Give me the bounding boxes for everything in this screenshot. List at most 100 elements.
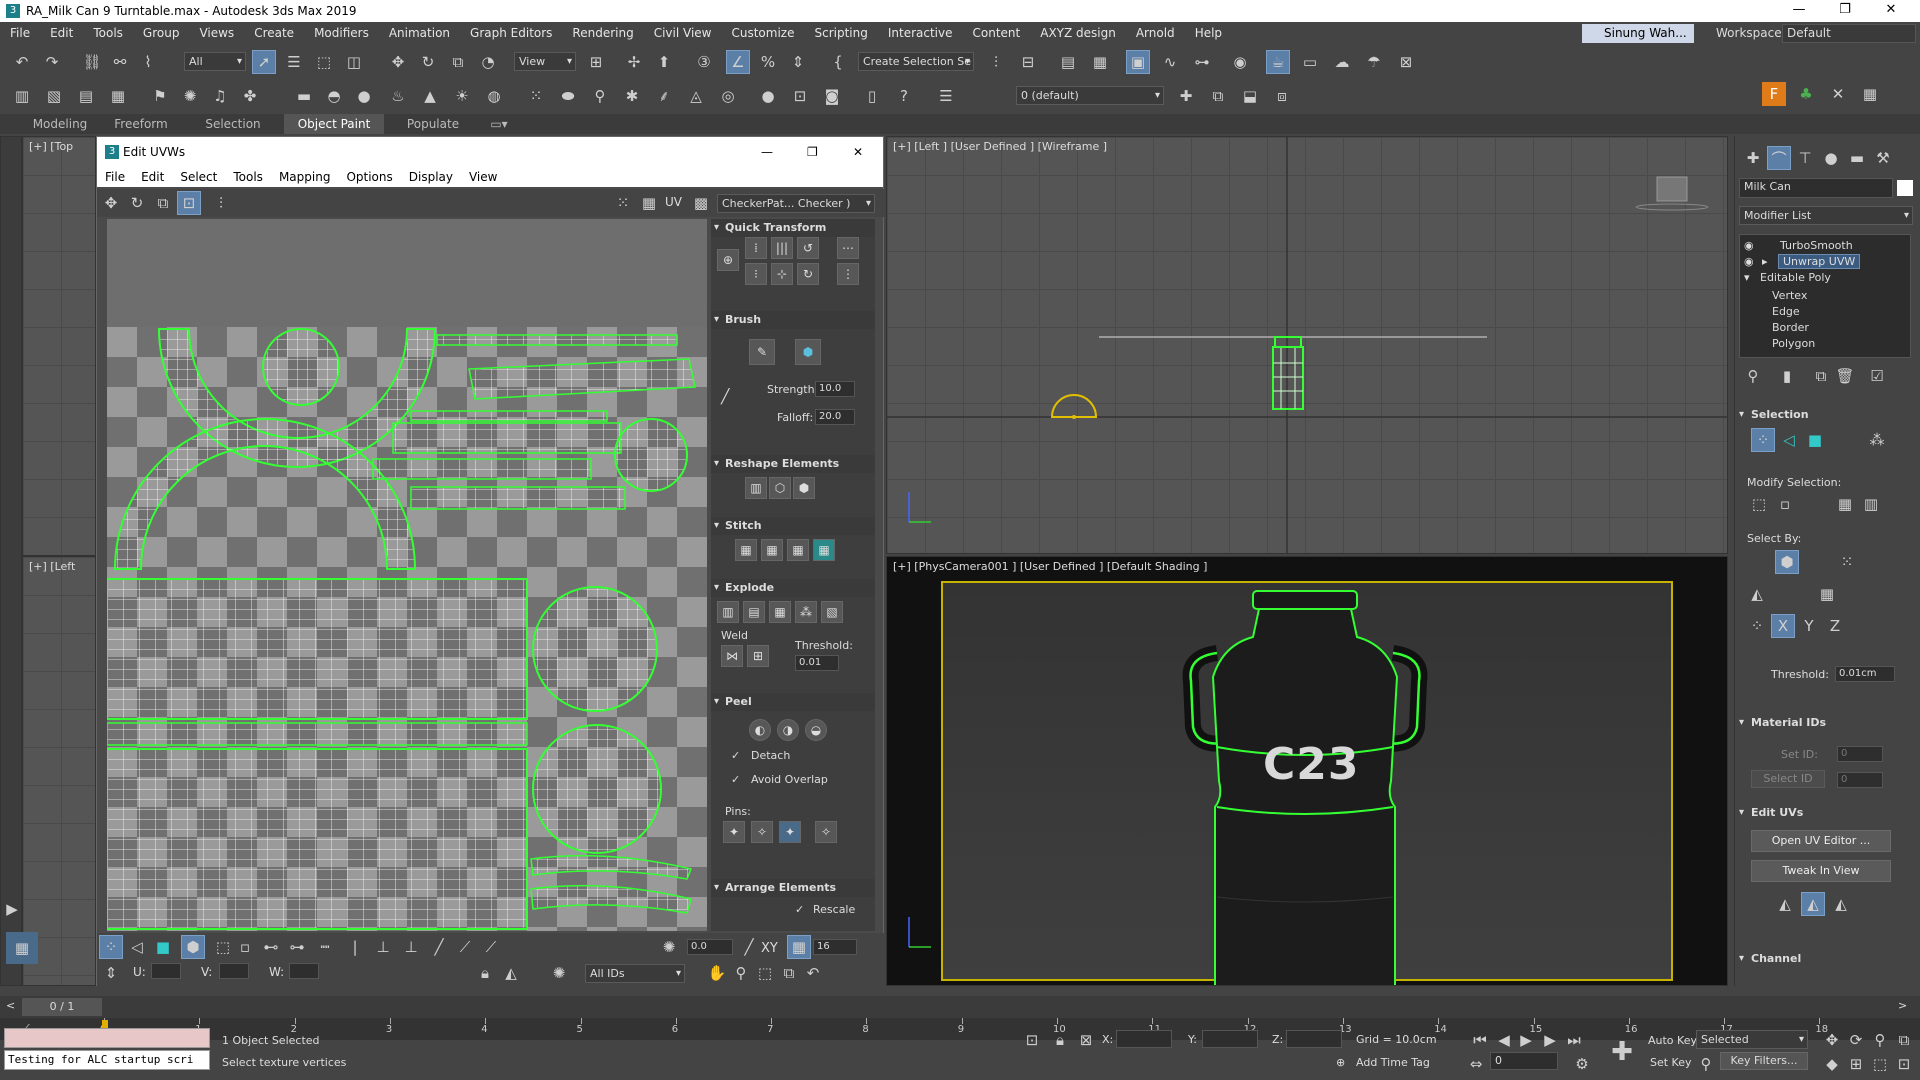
texture-icon[interactable]: ⊡	[788, 84, 812, 108]
utilities-tab-icon[interactable]: ⚒	[1871, 146, 1895, 170]
scale-icon[interactable]: ⧉	[446, 50, 470, 74]
new-layer-icon[interactable]: ✚	[1174, 84, 1198, 108]
viewport-left-small[interactable]: [+] [Left	[22, 556, 96, 986]
freeform-select-icon[interactable]: ⟋	[479, 935, 503, 959]
schematic-view-icon[interactable]: ⊶	[1190, 50, 1214, 74]
scene-states-icon[interactable]: ▥	[10, 84, 34, 108]
vertex-mode-icon[interactable]: ⁘	[99, 935, 123, 959]
shrink-selection-icon[interactable]: ▫	[1773, 492, 1797, 516]
ribbon-tab-selection[interactable]: Selection	[192, 114, 274, 134]
uvw-close-button[interactable]: ✕	[853, 137, 863, 167]
minimize-button[interactable]: —	[1776, 0, 1822, 22]
filter-selected-icon[interactable]: ◭	[499, 961, 523, 985]
brush-header[interactable]: Brush	[711, 311, 875, 329]
pill-icon[interactable]: ⬬	[556, 84, 580, 108]
space-vertical-icon[interactable]: ⋮	[837, 263, 859, 285]
relax-icon[interactable]: ⬡	[769, 477, 791, 499]
snap-count-spinner[interactable]: 16	[813, 939, 857, 955]
break-icon[interactable]: ▥	[717, 601, 739, 623]
layers-icon[interactable]: ☰	[934, 84, 958, 108]
eye-icon[interactable]: ◉	[1744, 239, 1754, 252]
material-ids-header[interactable]: Material IDs	[1739, 714, 1917, 732]
menu-customize[interactable]: Customize	[721, 22, 804, 44]
edit-uvws-titlebar[interactable]: 3 Edit UVWs — ❐ ✕	[97, 137, 883, 167]
menu-file[interactable]: File	[0, 22, 40, 44]
render-setup-icon[interactable]: ☕	[1266, 50, 1290, 74]
uv-freeform-icon[interactable]: ⊡	[177, 191, 201, 215]
select-object-icon[interactable]: ➚	[252, 50, 276, 74]
bind-spacewarp-icon[interactable]: ⌇	[136, 50, 160, 74]
checker-icon[interactable]: ▩	[689, 191, 713, 215]
flatten-by-material-icon[interactable]: ▧	[821, 601, 843, 623]
close-button[interactable]: ✕	[1868, 0, 1914, 22]
select-id-button[interactable]: Select ID	[1751, 770, 1825, 788]
soft-select-spinner[interactable]: 0.0	[687, 939, 733, 955]
strength-spinner[interactable]: 10.0	[815, 381, 855, 397]
select-in-layer-icon[interactable]: ⬓	[1238, 84, 1262, 108]
cone-icon[interactable]: ▲	[418, 84, 442, 108]
pin-icon[interactable]: ✦	[723, 821, 745, 843]
polygon-mode-icon[interactable]: ■	[151, 935, 175, 959]
hierarchy-tab-icon[interactable]: ⊤	[1793, 146, 1817, 170]
a360-gallery-icon[interactable]: ⊠	[1394, 50, 1418, 74]
viewport-left-small-label[interactable]: [+] [Left	[29, 560, 75, 573]
uvw-maximize-button[interactable]: ❐	[807, 137, 818, 167]
soft-select-icon[interactable]: ✺	[657, 935, 681, 959]
select-by-smoothing-icon[interactable]: ⁙	[1835, 550, 1859, 574]
motion-tab-icon[interactable]: ●	[1819, 146, 1843, 170]
prev-frame-icon[interactable]: ◀	[1492, 1028, 1516, 1052]
spline-icon[interactable]: ✤	[238, 84, 262, 108]
window-crossing-icon[interactable]: ◫	[342, 50, 366, 74]
time-slider[interactable]: 0 / 1 < >	[0, 996, 1920, 1018]
peel-seam-icon[interactable]: ◭	[1801, 892, 1825, 916]
v-spinner[interactable]	[219, 963, 249, 979]
angle-snap-icon[interactable]: ∠	[726, 50, 750, 74]
time-config-icon[interactable]: ⚙	[1570, 1052, 1594, 1076]
viewport-zoom-icon[interactable]: ⚲	[1868, 1028, 1892, 1052]
menu-edit[interactable]: Edit	[40, 22, 83, 44]
key-filters-icon[interactable]: ⚲	[1694, 1052, 1718, 1076]
eye-icon[interactable]: ◉	[1744, 255, 1754, 268]
viewport-extents-icon[interactable]: ⊡	[1892, 1052, 1916, 1076]
ribbon-toggle-icon[interactable]: ▣	[1126, 50, 1150, 74]
viewport-orbit-icon[interactable]: ⟳	[1844, 1028, 1868, 1052]
uvw-menu-edit[interactable]: Edit	[133, 167, 172, 187]
relax-brush-icon[interactable]: ⬢	[795, 339, 821, 365]
align-horizontal-icon[interactable]: ⁞	[745, 237, 767, 259]
material-sphere-icon[interactable]: ●	[756, 84, 780, 108]
face-select-icon[interactable]: ■	[1803, 428, 1827, 452]
weld-target-icon[interactable]: ⊞	[747, 645, 769, 667]
object-color-swatch[interactable]	[1897, 180, 1913, 196]
expand-arrow-icon[interactable]: ▸	[1762, 255, 1768, 268]
falloff-spinner[interactable]: 20.0	[815, 409, 855, 425]
selection-header[interactable]: Selection	[1739, 406, 1917, 424]
absolute-mode-icon[interactable]: ⇕	[99, 961, 123, 985]
texture-dropdown[interactable]: CheckerPat... Checker )	[717, 194, 875, 213]
avoid-overlap-checkbox[interactable]: ✓	[731, 773, 740, 786]
menu-graph-editors[interactable]: Graph Editors	[460, 22, 562, 44]
uvw-menu-select[interactable]: Select	[172, 167, 225, 187]
point-to-point-seam-icon[interactable]: ◭	[1829, 892, 1853, 916]
key-filters-button[interactable]: Key Filters...	[1720, 1052, 1808, 1070]
uvw-menu-options[interactable]: Options	[338, 167, 400, 187]
teapot-icon[interactable]: ♨	[386, 84, 410, 108]
sun-icon[interactable]: ☀	[450, 84, 474, 108]
maxscript-listener-white[interactable]: Testing for ALC startup scri	[4, 1050, 210, 1070]
uvw-minimize-button[interactable]: —	[761, 137, 773, 167]
edge-mode-icon[interactable]: ◁	[125, 935, 149, 959]
create-tab-icon[interactable]: ✚	[1741, 146, 1765, 170]
render-production-icon[interactable]: ☁	[1330, 50, 1354, 74]
lasso-icon[interactable]: ⟋	[453, 935, 477, 959]
uv-label[interactable]: UV	[665, 195, 682, 209]
undo-view-icon[interactable]: ↶	[801, 961, 825, 985]
peel-mode-icon[interactable]: ◑	[777, 719, 799, 741]
goto-start-icon[interactable]: ⏮	[1468, 1028, 1492, 1052]
object-name-field[interactable]: Milk Can	[1739, 178, 1893, 198]
auto-key-button[interactable]: Auto Key	[1648, 1034, 1697, 1047]
placement-icon[interactable]: ◔	[476, 50, 500, 74]
menu-create[interactable]: Create	[244, 22, 304, 44]
shader-icon[interactable]: ◎	[716, 84, 740, 108]
stack-item-turbosmooth[interactable]: TurboSmooth	[1780, 239, 1853, 252]
arrange-header[interactable]: Arrange Elements	[711, 879, 875, 897]
rotate-90-icon[interactable]: ↺	[797, 237, 819, 259]
